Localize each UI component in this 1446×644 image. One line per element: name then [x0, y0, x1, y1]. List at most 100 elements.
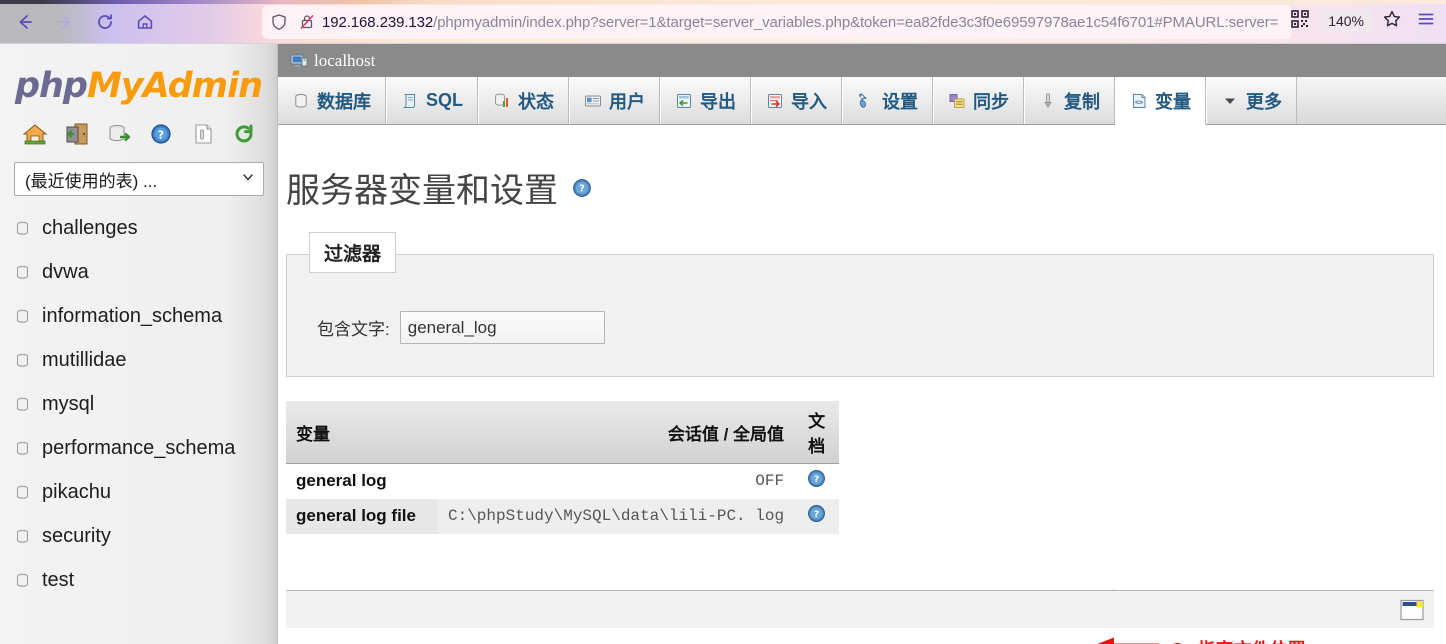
svg-text:<>: <> [1135, 98, 1143, 106]
navigation-sidebar: phpMyAdmin ? (最近使用的表) ... challenges dvw… [0, 44, 278, 644]
help-icon[interactable]: ? [572, 178, 592, 198]
list-item[interactable]: challenges [0, 206, 277, 250]
hamburger-menu-icon [1416, 9, 1436, 34]
filter-legend: 过滤器 [309, 232, 397, 273]
tab-replication[interactable]: 复制 [1024, 77, 1116, 124]
list-item[interactable]: mutillidae [0, 338, 277, 382]
database-icon [14, 396, 31, 413]
bookmark-button[interactable] [1376, 5, 1408, 37]
chevron-down-icon [241, 169, 255, 189]
zoom-level-indicator[interactable]: 140% [1320, 10, 1372, 32]
database-list: challenges dvwa information_schema mutil… [0, 206, 277, 602]
database-name: mysql [42, 392, 95, 415]
tab-label: 导出 [700, 91, 737, 112]
tab-settings[interactable]: 设置 [842, 77, 934, 124]
reload-navigation-icon[interactable] [232, 120, 274, 148]
settings-wrench-icon [857, 92, 875, 110]
annotation-text: 2. 指定文件位置 [1172, 636, 1306, 644]
reload-button[interactable] [86, 4, 124, 40]
svg-text:?: ? [158, 129, 164, 142]
svg-text:?: ? [814, 510, 819, 520]
list-item[interactable]: test [0, 558, 277, 602]
tab-variables[interactable]: <> 变量 [1115, 77, 1207, 125]
variable-name: general log file [286, 498, 438, 534]
variable-name: general log [286, 463, 438, 499]
list-item[interactable]: performance_schema [0, 426, 277, 470]
tab-label: 同步 [973, 91, 1010, 112]
home-icon[interactable] [22, 120, 64, 148]
console-window-icon[interactable] [1400, 599, 1424, 621]
column-header-value[interactable]: 会话值 / 全局值 [438, 401, 795, 464]
tab-sql[interactable]: SQL [386, 77, 479, 124]
phpmyadmin-logo[interactable]: phpMyAdmin [0, 66, 277, 106]
server-breadcrumb: localhost [278, 44, 1446, 77]
server-monitor-icon [290, 52, 308, 70]
database-icon [14, 528, 31, 545]
database-icon [14, 484, 31, 501]
svg-text:?: ? [814, 475, 819, 485]
tab-more[interactable]: 更多 [1206, 77, 1298, 124]
forward-arrow-icon [55, 12, 75, 32]
database-name: pikachu [42, 480, 111, 503]
import-icon [766, 92, 784, 110]
back-button[interactable] [6, 4, 44, 40]
server-tab-bar: 数据库 SQL 状态 用户 导出 导入 设置 同步 复制 <> 变量 更多 [278, 77, 1446, 125]
browser-toolbar-right: 140% [1284, 5, 1442, 37]
logout-icon[interactable] [64, 120, 106, 148]
navigation-icon-bar: ? [0, 106, 277, 148]
column-header-documentation[interactable]: 文档 [794, 401, 840, 464]
database-icon [14, 352, 31, 369]
filter-input[interactable] [399, 311, 605, 344]
table-row[interactable]: general log OFF ? [286, 463, 840, 499]
table-header-row: 变量 会话值 / 全局值 文档 [286, 401, 840, 464]
qr-code-button[interactable] [1284, 5, 1316, 37]
tab-status[interactable]: 状态 [478, 77, 570, 124]
help-icon[interactable]: ? [148, 120, 190, 148]
export-database-icon[interactable] [106, 120, 148, 148]
tab-export[interactable]: 导出 [660, 77, 752, 124]
tab-label: SQL [426, 90, 464, 110]
documentation-cell: ? [794, 498, 840, 534]
list-item[interactable]: information_schema [0, 294, 277, 338]
table-row[interactable]: general log file C:\phpStudy\MySQL\data\… [286, 498, 840, 534]
list-item[interactable]: mysql [0, 382, 277, 426]
tab-label: 复制 [1064, 91, 1101, 112]
back-arrow-icon [15, 12, 35, 32]
console-bar [286, 590, 1434, 628]
export-icon [675, 92, 693, 110]
app-menu-button[interactable] [1410, 5, 1442, 37]
database-name: security [42, 524, 111, 547]
recent-tables-select[interactable]: (最近使用的表) ... [14, 162, 264, 196]
server-name: localhost [314, 50, 376, 70]
url-host: 192.168.239.132 [322, 13, 434, 31]
documentation-icon[interactable] [190, 120, 232, 148]
list-item[interactable]: dvwa [0, 250, 277, 294]
tab-synchronize[interactable]: 同步 [933, 77, 1025, 124]
database-name: dvwa [42, 260, 89, 283]
list-item[interactable]: pikachu [0, 470, 277, 514]
list-item[interactable]: security [0, 514, 277, 558]
chevron-down-icon [1221, 92, 1239, 110]
logo-myadmin-text: MyAdmin [86, 66, 263, 106]
column-header-variable[interactable]: 变量 [286, 401, 438, 464]
tab-label: 状态 [518, 91, 555, 112]
home-button[interactable] [126, 4, 164, 40]
insecure-lock-icon[interactable] [298, 13, 316, 31]
forward-button[interactable] [46, 4, 84, 40]
help-icon[interactable]: ? [807, 504, 826, 523]
svg-text:?: ? [579, 183, 585, 194]
page-title-text: 服务器变量和设置 [286, 171, 558, 211]
tab-import[interactable]: 导入 [751, 77, 843, 124]
url-bar[interactable]: 192.168.239.132/phpmyadmin/index.php?ser… [262, 5, 1292, 39]
shield-icon[interactable] [270, 13, 288, 31]
tab-label: 更多 [1246, 91, 1283, 112]
help-icon[interactable]: ? [807, 469, 826, 488]
tab-users[interactable]: 用户 [569, 77, 661, 124]
database-name: information_schema [42, 304, 223, 327]
replication-icon [1039, 92, 1057, 110]
variables-icon: <> [1130, 92, 1148, 110]
page-title: 服务器变量和设置 ? [278, 125, 1446, 212]
status-chart-icon [493, 92, 511, 110]
tab-databases[interactable]: 数据库 [278, 77, 386, 124]
database-icon [14, 572, 31, 589]
